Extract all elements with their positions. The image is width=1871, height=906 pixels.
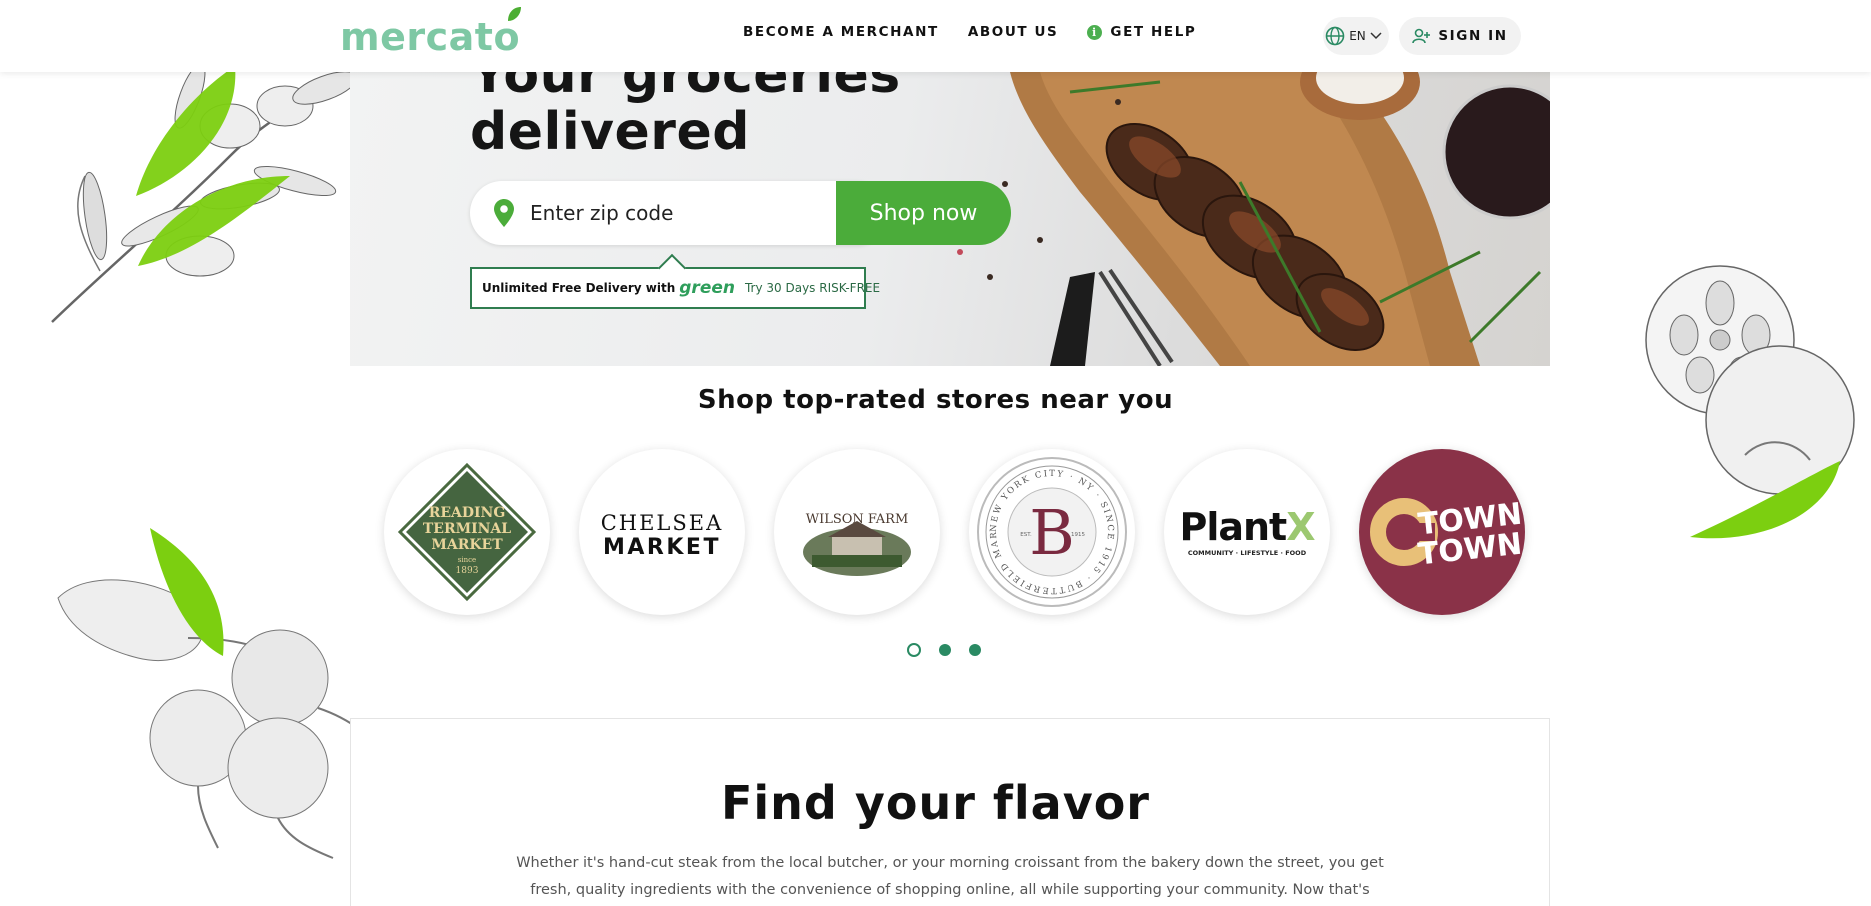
plantx-word: Plant [1179,505,1287,549]
stores-section-title: Shop top-rated stores near you [697,385,1174,415]
carousel-dot-2[interactable] [939,644,951,656]
butterfield-year: 1915 [1071,532,1085,538]
zip-code-input[interactable] [530,197,710,229]
zip-search-form: Shop now [470,181,1011,245]
wilson-farm-logo: WILSON FARM [803,512,911,576]
nav-become-merchant[interactable]: BECOME A MERCHANT [743,24,939,40]
main-nav: BECOME A MERCHANT ABOUT US i GET HELP [743,24,1225,40]
nav-about-us[interactable]: ABOUT US [968,24,1059,40]
logo-text: mercato [340,15,521,59]
carousel-dot-3[interactable] [969,644,981,656]
rtm-year: 1893 [456,566,479,576]
rtm-line2: TERMINAL [423,521,511,537]
rtm-line1: READING [429,505,506,521]
leaf-icon [508,7,522,21]
svg-text:PlantX: PlantX [1179,505,1315,549]
flavor-description: Whether it's hand-cut steak from the loc… [516,855,1384,898]
store-plantx[interactable]: PlantX COMMUNITY · LIFESTYLE · FOOD [1164,449,1330,615]
shop-now-button[interactable]: Shop now [836,181,1011,245]
language-label: EN [1349,29,1366,43]
hero-title-line2: delivered [470,102,750,162]
green-brand-label: green [679,278,735,298]
butterfield-est: EST. [1020,532,1032,538]
store-ctown[interactable]: TOWN TOWN [1359,449,1525,615]
promo-text: Unlimited Free Delivery with [482,281,676,295]
nav-get-help[interactable]: i GET HELP [1087,24,1196,40]
ctown-logo: TOWN TOWN [1370,497,1524,572]
mercato-logo[interactable]: mercato [340,6,522,59]
nav-get-help-label: GET HELP [1110,24,1197,40]
hero-title-line1: Your groceries [470,72,901,105]
butterfield-letter: B [1029,496,1075,569]
store-wilson-farm[interactable]: WILSON FARM [774,449,940,615]
promo-trial-text: Try 30 Days RISK-FREE [744,281,881,295]
language-selector[interactable]: EN [1323,17,1389,55]
chelsea-market-logo: CHELSEA MARKET [601,511,724,560]
globe-icon [1325,26,1345,46]
hero-banner: Your groceries delivered Shop now Unlimi… [350,72,1550,366]
rtm-line3: MARKET [431,537,503,553]
olive-branch-illustration [51,66,358,323]
carousel-pagination [907,643,999,657]
chelsea-line2: MARKET [603,535,721,560]
sign-in-button[interactable]: SIGN IN [1399,17,1521,55]
hero-title: Your groceries delivered [470,72,901,161]
chevron-down-icon [1370,32,1382,40]
store-chelsea-market[interactable]: CHELSEA MARKET [579,449,745,615]
plantx-tagline: COMMUNITY · LIFESTYLE · FOOD [1188,549,1307,557]
plantx-x: X [1286,505,1315,549]
info-icon: i [1087,24,1103,40]
sign-in-label: SIGN IN [1438,28,1508,44]
rtm-since: since [458,556,476,564]
carousel-dot-1[interactable] [907,643,921,657]
plantx-logo: PlantX COMMUNITY · LIFESTYLE · FOOD [1179,505,1316,557]
store-butterfield-market[interactable]: NEW YORK CITY · NY · SINCE 1915 · BUTTER… [969,449,1135,615]
store-carousel: READING TERMINAL MARKET since 1893 CHELS… [384,449,1554,615]
green-membership-promo[interactable]: Unlimited Free Delivery with green Try 3… [470,253,880,309]
flavor-title: Find your flavor [720,776,1150,830]
reading-terminal-market-logo: READING TERMINAL MARKET since 1893 [397,462,537,602]
location-pin-icon [494,199,514,227]
butterfield-market-logo: NEW YORK CITY · NY · SINCE 1915 · BUTTER… [972,452,1127,607]
site-header: mercato BECOME A MERCHANT ABOUT US i GET… [0,0,1871,72]
add-user-icon [1412,28,1431,44]
chelsea-line1: CHELSEA [601,511,724,535]
store-reading-terminal-market[interactable]: READING TERMINAL MARKET since 1893 [384,449,550,615]
